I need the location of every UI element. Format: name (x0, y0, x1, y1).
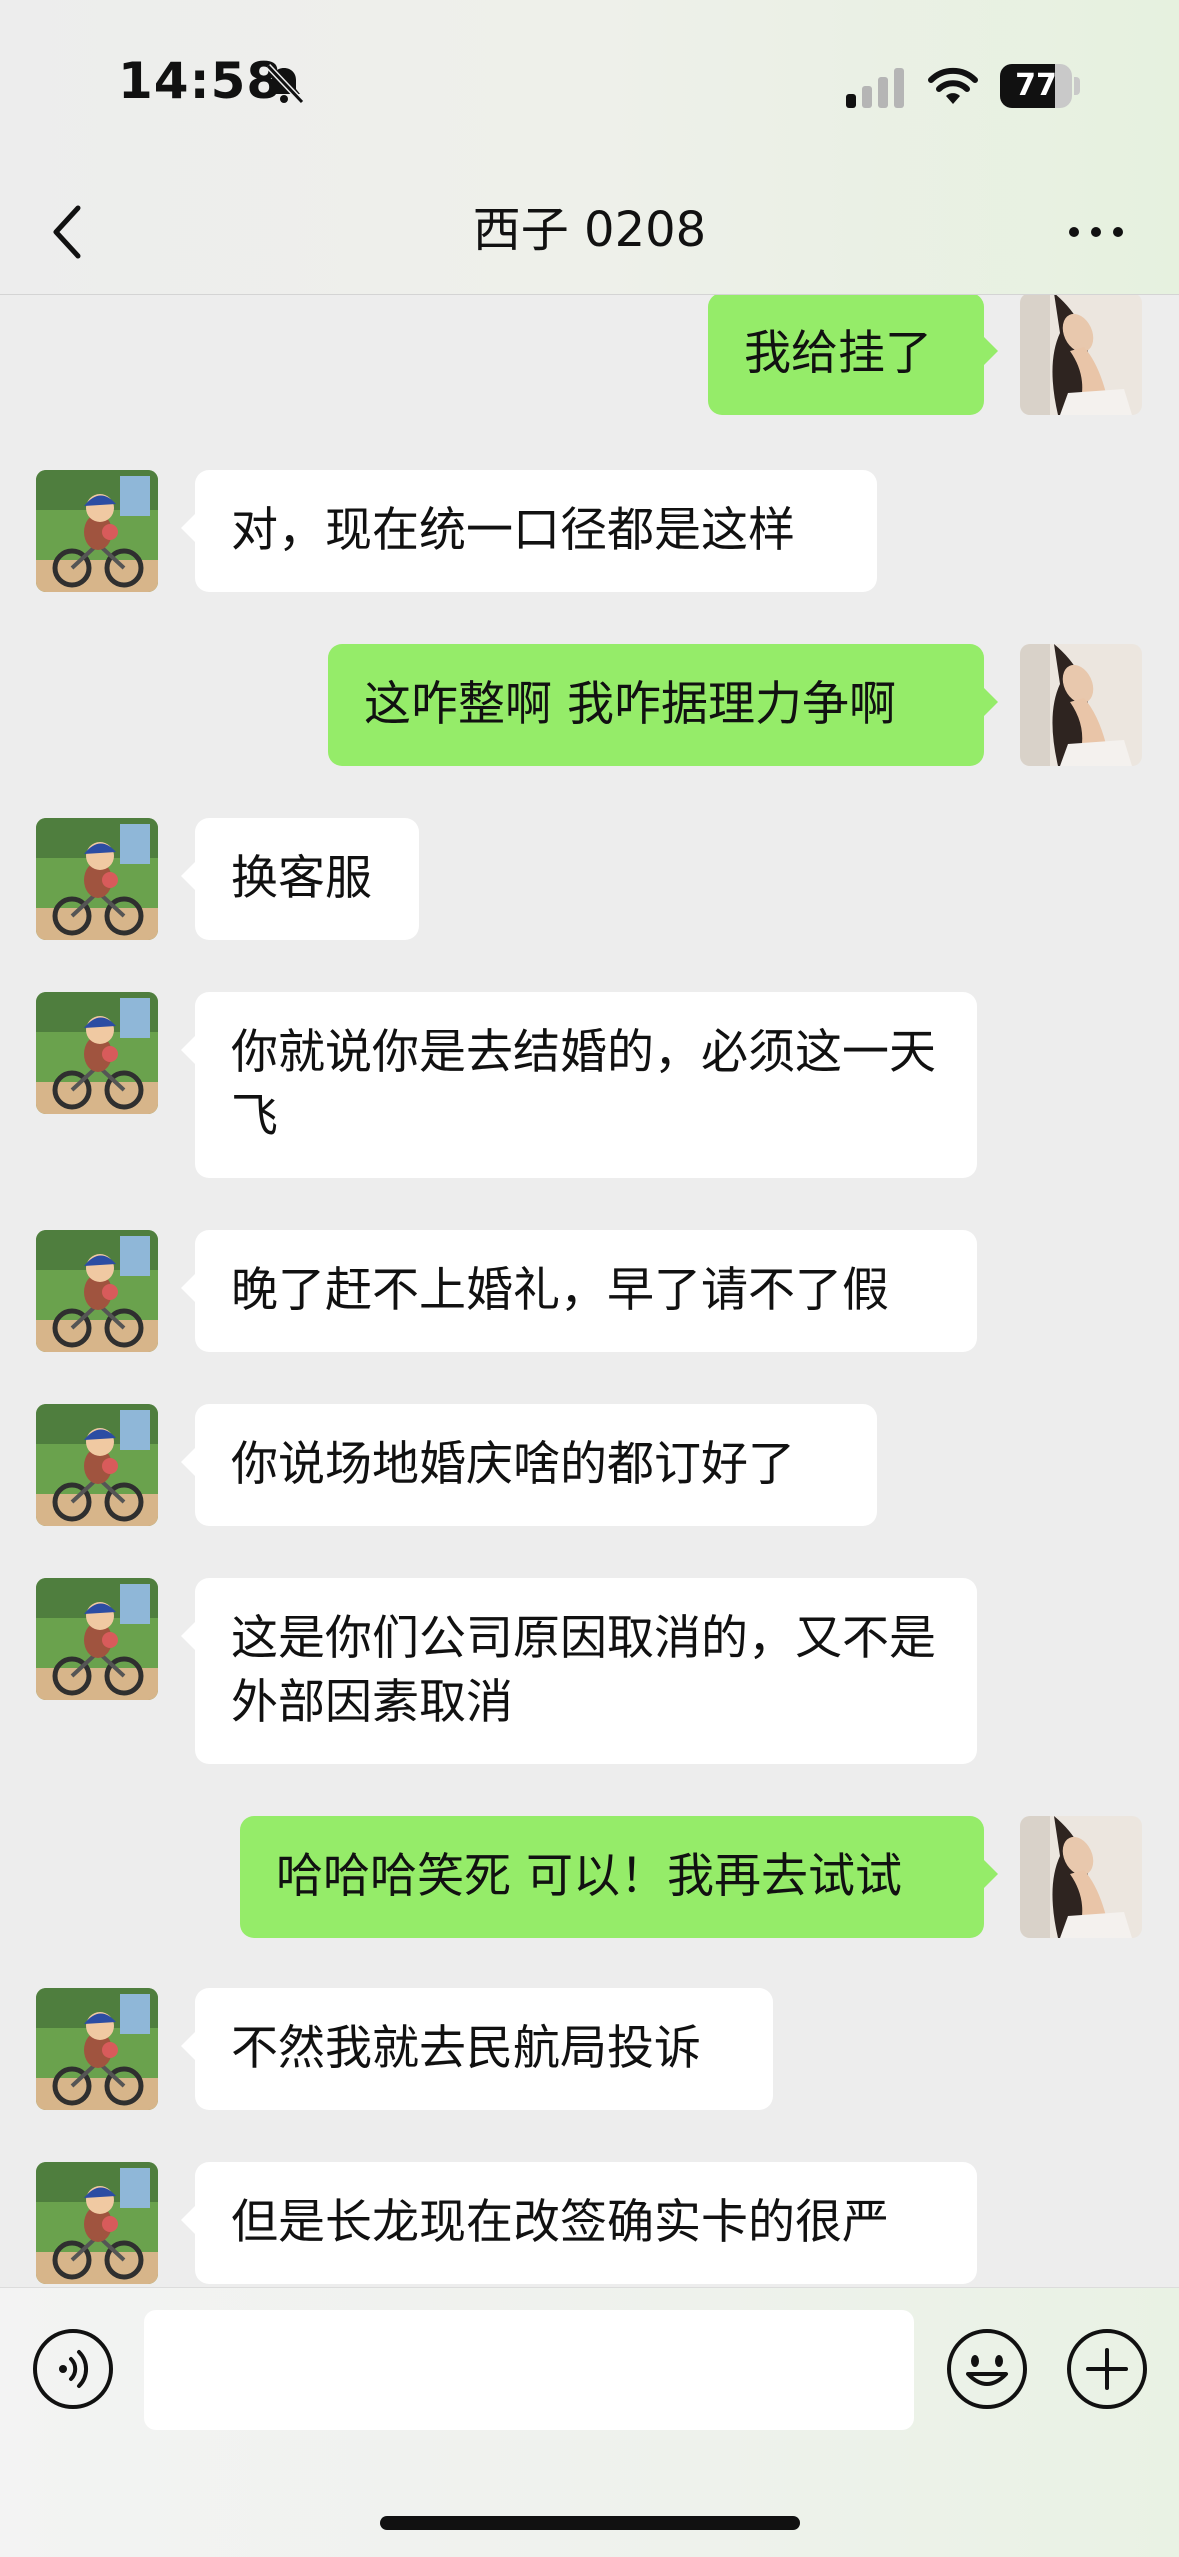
contact-avatar[interactable] (36, 1230, 158, 1352)
home-indicator (380, 2516, 800, 2530)
incoming-message-bubble[interactable]: 对，现在统一口径都是这样 (181, 470, 877, 592)
ellipsis-icon[interactable] (1064, 220, 1128, 244)
incoming-message-bubble[interactable]: 晚了赶不上婚礼，早了请不了假 (181, 1230, 977, 1352)
voice-icon[interactable] (32, 2328, 114, 2410)
incoming-message-bubble[interactable]: 这是你们公司原因取消的，又不是外部因素取消 (181, 1578, 977, 1764)
incoming-message-bubble[interactable]: 换客服 (181, 818, 419, 940)
bell-slash-icon (265, 63, 305, 105)
status-time: 14:58 (118, 52, 283, 110)
status-bar: 14:58 77 (0, 0, 1179, 170)
message-input[interactable] (144, 2310, 914, 2430)
outgoing-message-bubble[interactable]: 我给挂了 (708, 295, 998, 415)
incoming-message-bubble[interactable]: 你说场地婚庆啥的都订好了 (181, 1404, 877, 1526)
incoming-message-bubble[interactable]: 但是长龙现在改签确实卡的很严 (181, 2162, 977, 2284)
emoji-icon[interactable] (946, 2328, 1028, 2410)
my-avatar[interactable] (1020, 295, 1142, 415)
contact-avatar[interactable] (36, 1988, 158, 2110)
outgoing-message-bubble[interactable]: 这咋整啊 我咋据理力争啊 (328, 644, 998, 766)
battery-icon: 77 (1000, 64, 1080, 108)
wifi-icon (928, 67, 978, 104)
contact-avatar[interactable] (36, 818, 158, 940)
incoming-message-bubble[interactable]: 你就说你是去结婚的，必须这一天飞 (181, 992, 977, 1178)
contact-avatar[interactable] (36, 2162, 158, 2284)
outgoing-message-bubble[interactable]: 哈哈哈笑死 可以！我再去试试 (240, 1816, 998, 1938)
contact-avatar[interactable] (36, 470, 158, 592)
plus-icon[interactable] (1066, 2328, 1148, 2410)
input-bar (0, 2287, 1179, 2557)
incoming-message-bubble[interactable]: 不然我就去民航局投诉 (181, 1988, 773, 2110)
chat-title: 西子 0208 (472, 202, 707, 258)
message-list[interactable]: 我给挂了对，现在统一口径都是这样这咋整啊 我咋据理力争啊换客服你就说你是去结婚的… (0, 295, 1179, 2287)
contact-avatar[interactable] (36, 1404, 158, 1526)
contact-avatar[interactable] (36, 992, 158, 1114)
my-avatar[interactable] (1020, 1816, 1142, 1938)
contact-avatar[interactable] (36, 1578, 158, 1700)
cellular-signal-icon (846, 68, 904, 108)
chat-header: 西子 0208 (0, 170, 1179, 295)
battery-level: 77 (1015, 68, 1057, 103)
my-avatar[interactable] (1020, 644, 1142, 766)
